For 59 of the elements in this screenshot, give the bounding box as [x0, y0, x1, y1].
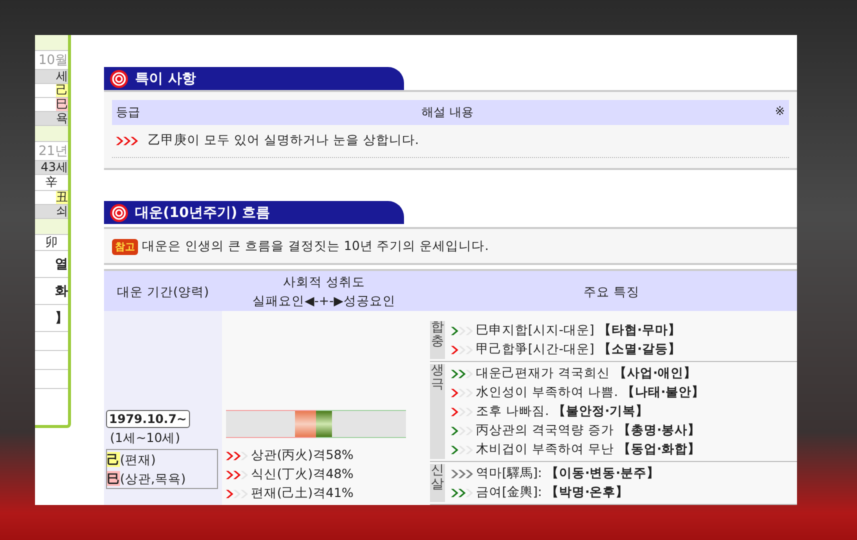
column-header: 해설 내용	[422, 104, 474, 121]
sidebar-cell: 열	[35, 251, 68, 278]
feature-text: 역마[驛馬]: 【이동·변동·분주】	[476, 465, 660, 482]
chevron-icon	[226, 488, 248, 498]
column-header: 대운 기간(양력)	[116, 282, 210, 300]
bullseye-icon	[110, 70, 128, 88]
chevron-icon	[451, 344, 473, 354]
sidebar-cell: 세	[35, 70, 68, 84]
column-header: 등급	[116, 104, 140, 121]
chevron-icon	[451, 326, 473, 336]
feature-text: 巳申지합[시지-대운] 【타협·무마】	[476, 322, 681, 339]
date-label: 1979.10.7~	[106, 410, 190, 428]
chevron-icon	[451, 426, 473, 436]
column-header: ※	[774, 104, 785, 120]
sidebar-cell: 화	[35, 278, 68, 305]
note-badge: 참고	[112, 238, 138, 254]
sidebar-cell: 卯	[35, 235, 68, 251]
sidebar-cell: 43세	[35, 161, 68, 175]
feature-text: 甲己합爭[시간-대운] 【소멸·갈등】	[476, 341, 681, 358]
chevron-icon	[451, 488, 473, 498]
sidebar-band	[35, 219, 68, 235]
group-label: 신살	[430, 464, 445, 502]
group-label: 합충	[430, 321, 445, 359]
section-title: 특이 사항	[135, 70, 196, 88]
sidebar-band	[35, 126, 68, 142]
group-label: 생극	[430, 364, 445, 459]
column-header: 주요 특징	[582, 282, 640, 300]
sidebar-cell: 쇠	[35, 205, 68, 219]
feature-text: 조후 나빠짐. 【불안정·기복】	[476, 403, 649, 420]
chevron-icon	[451, 388, 473, 398]
pattern-text: 식신(丁火)격48%	[251, 466, 354, 483]
note-text: 대운은 인생의 큰 흐름을 결정짓는 10년 주기의 운세입니다.	[142, 238, 489, 255]
sidebar-cell: 己	[35, 84, 68, 98]
feature-text: 丙상관의 격국역량 증가 【총명·봉사】	[476, 422, 701, 439]
stem-text: (편재)	[120, 452, 156, 467]
branch-text: (상관,목욕)	[120, 471, 186, 486]
chevron-icon	[226, 470, 248, 480]
chevron-icon	[451, 368, 473, 378]
age-range: (1세~10세)	[109, 430, 180, 447]
feature-text: 木비겁이 부족하여 무난 【동업·화합】	[476, 441, 701, 458]
sidebar-cell: 】	[35, 305, 68, 332]
feature-text: 대운己편재가 격국희신 【사업·애인】	[476, 365, 697, 382]
remark-text: 乙甲庚이 모두 있어 실명하거나 눈을 상합니다.	[148, 132, 419, 149]
pattern-text: 상관(丙火)격58%	[251, 447, 354, 464]
chevron-icon	[116, 136, 138, 146]
feature-text: 水인성이 부족하여 나쁨. 【나태·불안】	[476, 384, 705, 401]
feature-text: 금여[金輿]: 【박명·온후】	[476, 484, 629, 501]
chevron-icon	[451, 444, 473, 454]
sidebar-band	[35, 35, 68, 51]
chevron-icon	[451, 406, 473, 416]
pattern-text: 편재(己土)격41%	[251, 485, 354, 502]
chevron-icon	[451, 468, 473, 478]
column-header: 사회적 성취도 실패요인◀-+-▶성공요인	[252, 273, 396, 310]
chevron-icon	[226, 450, 248, 460]
sidebar-cell: 욕	[35, 112, 68, 126]
section-title: 대운(10년주기) 흐름	[135, 204, 270, 222]
bullseye-icon	[110, 204, 128, 222]
stem-char: 己	[107, 452, 120, 467]
branch-char: 巳	[107, 471, 120, 486]
